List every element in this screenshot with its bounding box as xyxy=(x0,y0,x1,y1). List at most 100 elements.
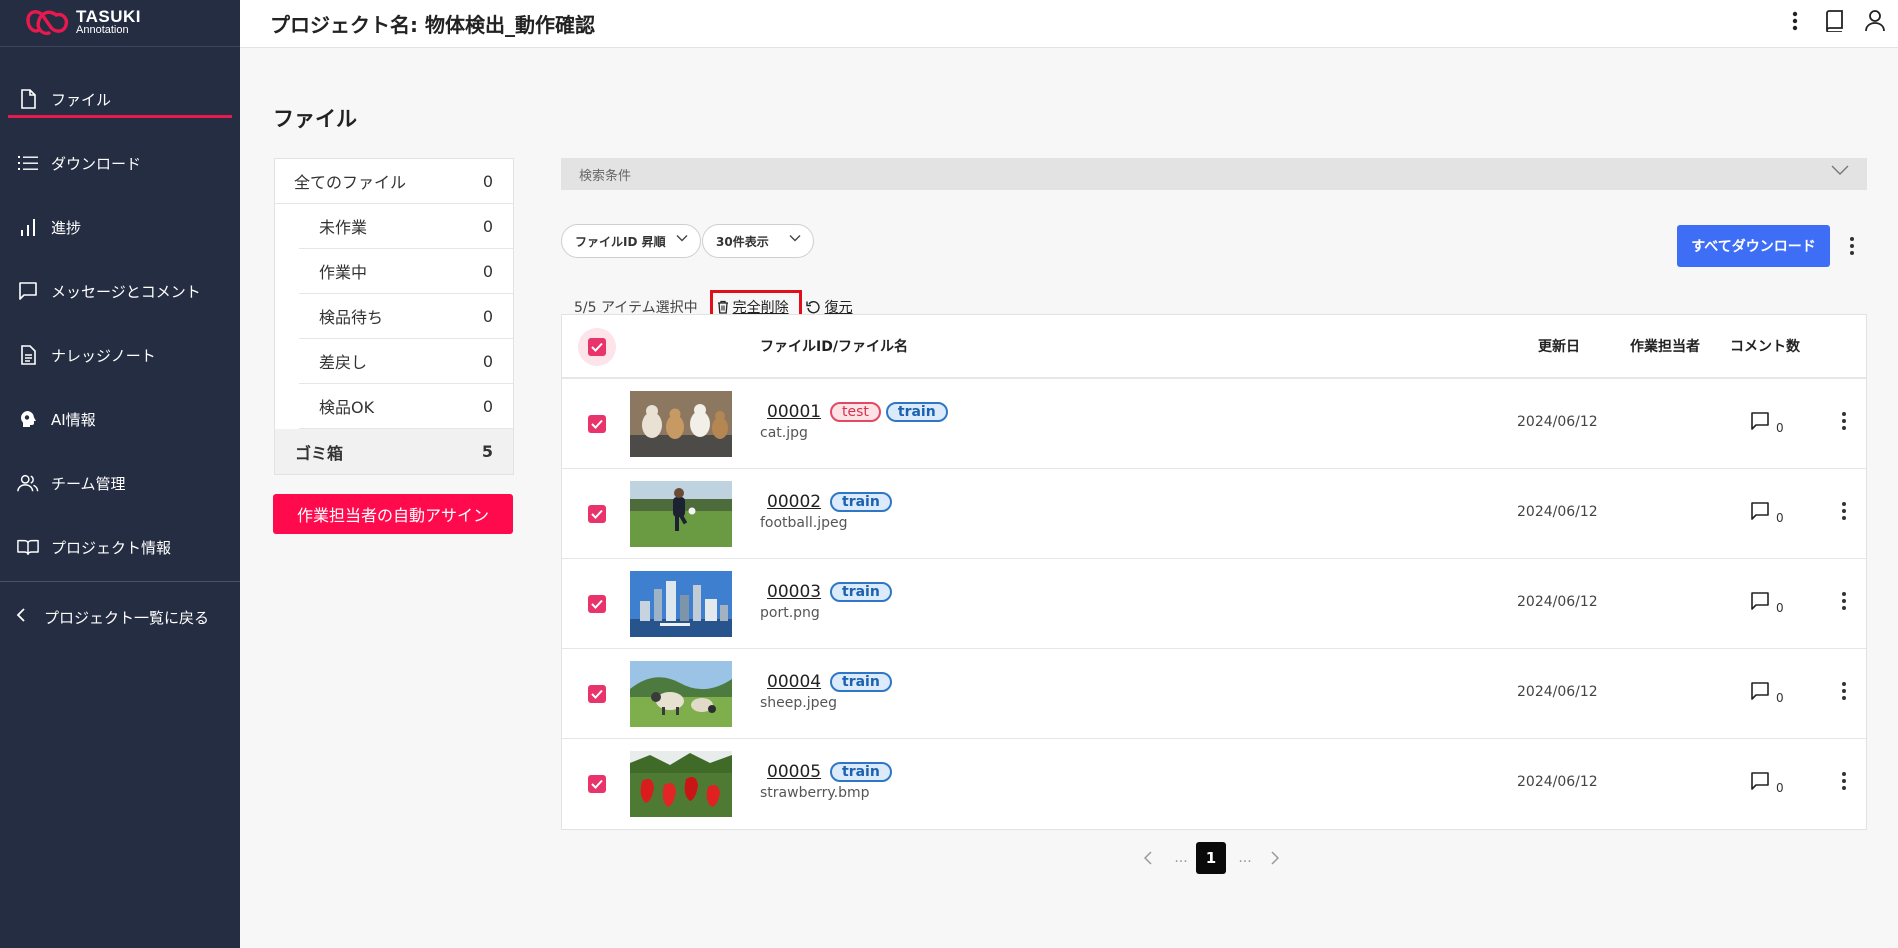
back-link-label: プロジェクト一覧に戻る xyxy=(44,608,210,627)
file-table: ファイルID/ファイル名 更新日 作業担当者 コメント数 00001 test … xyxy=(561,314,1867,830)
sidebar-item-label: チーム管理 xyxy=(51,474,126,493)
sidebar-item-download[interactable]: ダウンロード xyxy=(0,131,240,195)
thumbnail-football[interactable] xyxy=(630,481,732,547)
more-vertical-icon[interactable] xyxy=(1850,237,1854,255)
sidebar-item-ai-info[interactable]: AI情報 xyxy=(0,387,240,451)
thumbnail-cat[interactable] xyxy=(630,391,732,457)
table-row[interactable]: 00004 train sheep.jpeg 2024/06/12 0 xyxy=(562,649,1866,739)
page-button-current[interactable]: 1 xyxy=(1196,842,1226,874)
per-page-select[interactable]: 30件表示 xyxy=(702,224,814,258)
sidebar-item-team[interactable]: チーム管理 xyxy=(0,451,240,515)
comment-count[interactable]: 0 xyxy=(1750,771,1784,795)
row-checkbox[interactable] xyxy=(588,505,606,523)
more-vertical-icon[interactable] xyxy=(1842,592,1846,610)
filter-in-progress[interactable]: 作業中 0 xyxy=(299,249,513,294)
filter-inspection-ok[interactable]: 検品OK 0 xyxy=(299,384,513,429)
row-checkbox[interactable] xyxy=(588,415,606,433)
more-vertical-icon[interactable] xyxy=(1842,502,1846,520)
table-row[interactable]: 00003 train port.png 2024/06/12 0 xyxy=(562,559,1866,649)
thumbnail-sheep[interactable] xyxy=(630,661,732,727)
file-id-link[interactable]: 00002 xyxy=(767,492,821,512)
check-icon xyxy=(591,509,603,519)
column-header-file[interactable]: ファイルID/ファイル名 xyxy=(760,336,908,356)
more-vertical-icon[interactable] xyxy=(1842,772,1846,790)
tasuki-logo-icon xyxy=(26,10,69,36)
filter-returned[interactable]: 差戻し 0 xyxy=(299,339,513,384)
undo-icon xyxy=(805,300,821,315)
table-row[interactable]: 00001 test train cat.jpg 2024/06/12 0 xyxy=(562,379,1866,469)
select-all-checkbox[interactable] xyxy=(588,338,606,356)
project-title: プロジェクト名: 物体検出_動作確認 xyxy=(270,13,595,37)
filter-trash[interactable]: ゴミ箱 5 xyxy=(275,429,513,474)
per-page-select-value: 30件表示 xyxy=(716,234,769,249)
tag-train: train xyxy=(885,402,948,422)
comment-count[interactable]: 0 xyxy=(1750,591,1784,615)
filter-label: 作業中 xyxy=(319,263,368,282)
file-id-link[interactable]: 00003 xyxy=(767,582,821,602)
file-name: sheep.jpeg xyxy=(760,695,838,711)
user-icon[interactable] xyxy=(1862,8,1888,34)
filter-count: 0 xyxy=(482,396,493,416)
logo[interactable]: TASUKI Annotation xyxy=(0,0,240,47)
ai-head-icon xyxy=(17,408,39,430)
chevron-left-icon[interactable] xyxy=(1140,842,1156,874)
more-vertical-icon[interactable] xyxy=(1842,412,1846,430)
auto-assign-button[interactable]: 作業担当者の自動アサイン xyxy=(273,494,513,534)
filter-label: ゴミ箱 xyxy=(295,443,344,463)
sidebar-item-progress[interactable]: 進捗 xyxy=(0,195,240,259)
column-header-assignee[interactable]: 作業担当者 xyxy=(1630,336,1700,356)
comment-count[interactable]: 0 xyxy=(1750,501,1784,525)
team-icon xyxy=(17,472,39,494)
thumbnail-strawberry[interactable] xyxy=(630,751,732,817)
filter-all-files[interactable]: 全てのファイル 0 xyxy=(275,159,513,204)
top-header: プロジェクト名: 物体検出_動作確認 xyxy=(240,0,1898,48)
comment-count[interactable]: 0 xyxy=(1750,411,1784,435)
column-header-comments[interactable]: コメント数 xyxy=(1730,336,1800,356)
search-conditions-label: 検索条件 xyxy=(579,168,632,184)
row-checkbox[interactable] xyxy=(588,775,606,793)
filter-label: 未作業 xyxy=(319,218,368,237)
check-icon xyxy=(591,779,603,789)
search-conditions-toggle[interactable]: 検索条件 xyxy=(561,158,1867,190)
chevron-right-icon[interactable] xyxy=(1266,842,1282,874)
comment-count[interactable]: 0 xyxy=(1750,681,1784,705)
filter-label: 検品待ち xyxy=(319,308,384,327)
header-actions xyxy=(1782,8,1888,34)
sidebar-item-files[interactable]: ファイル xyxy=(0,67,240,131)
table-header: ファイルID/ファイル名 更新日 作業担当者 コメント数 xyxy=(562,315,1866,379)
sidebar-item-knowledge[interactable]: ナレッジノート xyxy=(0,323,240,387)
back-to-projects-link[interactable]: プロジェクト一覧に戻る xyxy=(0,582,240,652)
page-title: ファイル xyxy=(273,107,357,131)
filter-not-started[interactable]: 未作業 0 xyxy=(299,204,513,249)
filter-label: 全てのファイル xyxy=(294,173,407,192)
sidebar-item-messages[interactable]: メッセージとコメント xyxy=(0,259,240,323)
row-checkbox[interactable] xyxy=(588,595,606,613)
file-name: strawberry.bmp xyxy=(760,785,870,801)
filter-count: 0 xyxy=(482,171,493,191)
book-icon[interactable] xyxy=(1822,8,1848,34)
file-id-link[interactable]: 00005 xyxy=(767,762,821,782)
sidebar-item-label: ナレッジノート xyxy=(51,346,156,365)
more-vertical-icon[interactable] xyxy=(1842,682,1846,700)
column-header-updated[interactable]: 更新日 xyxy=(1538,336,1580,356)
filter-awaiting-inspection[interactable]: 検品待ち 0 xyxy=(299,294,513,339)
status-filter-panel: 全てのファイル 0 未作業 0 作業中 0 検品待ち 0 差戻し 0 検品OK … xyxy=(274,158,514,475)
table-row[interactable]: 00002 train football.jpeg 2024/06/12 0 xyxy=(562,469,1866,559)
more-vertical-icon[interactable] xyxy=(1782,8,1808,34)
row-checkbox[interactable] xyxy=(588,685,606,703)
thumbnail-port[interactable] xyxy=(630,571,732,637)
sidebar-item-label: プロジェクト情報 xyxy=(51,538,172,557)
open-book-icon xyxy=(17,536,39,558)
pagination-ellipsis: ... xyxy=(1238,850,1252,866)
sort-select[interactable]: ファイルID 昇順 xyxy=(561,224,701,258)
filter-count: 0 xyxy=(482,216,493,236)
file-id-link[interactable]: 00001 xyxy=(767,402,821,422)
sidebar-item-project-info[interactable]: プロジェクト情報 xyxy=(0,515,240,579)
table-row[interactable]: 00005 train strawberry.bmp 2024/06/12 0 xyxy=(562,739,1866,829)
filter-label: 検品OK xyxy=(319,398,375,417)
download-all-button[interactable]: すべてダウンロード xyxy=(1677,225,1830,267)
updated-date: 2024/06/12 xyxy=(1517,774,1598,790)
bar-chart-icon xyxy=(17,216,39,238)
file-id-link[interactable]: 00004 xyxy=(767,672,821,692)
sidebar-nav: ファイル ダウンロード 進捗 メッセージとコメント ナレッジノート AI情報 チ… xyxy=(0,67,240,579)
